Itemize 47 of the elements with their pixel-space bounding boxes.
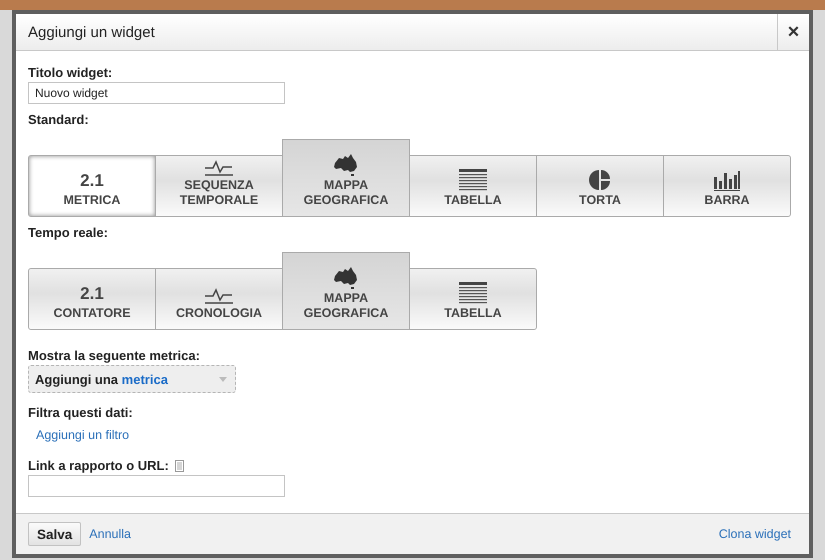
widget-type-tile[interactable]: MAPPA GEOGRAFICA [282, 252, 410, 330]
close-button[interactable]: × [777, 14, 809, 50]
widget-type-tile[interactable]: BARRA [663, 155, 791, 217]
field-label: Link a rapporto o URL: [28, 458, 169, 473]
save-button[interactable]: Salva [28, 522, 82, 546]
australia-map-icon [333, 154, 359, 176]
table-icon [459, 282, 487, 304]
tile-label: TABELLA [444, 306, 502, 321]
widget-type-tile[interactable]: TABELLA [409, 268, 537, 330]
field-label: Filtra questi dati: [28, 405, 134, 420]
section-label: Tempo reale: [28, 225, 109, 240]
widget-type-tile[interactable]: 2.1 METRICA [28, 155, 156, 217]
dropdown-arrow-icon [219, 376, 227, 382]
field-label: Mostra la seguente metrica: [28, 348, 201, 363]
metric-picker[interactable]: Aggiungi una metrica [28, 365, 236, 393]
widget-type-tile[interactable]: TORTA [536, 155, 664, 217]
widget-type-tile[interactable]: CRONOLOGIA [155, 268, 283, 330]
cancel-link[interactable]: Annulla [89, 527, 131, 541]
tile-label: TORTA [579, 193, 621, 208]
tile-label: CRONOLOGIA [176, 306, 262, 321]
number-figure: 2.1 [80, 286, 104, 301]
widget-type-tile[interactable]: 2.1 CONTATORE [28, 268, 156, 330]
australia-map-icon [333, 267, 359, 289]
tile-label: SEQUENZA TEMPORALE [178, 178, 260, 208]
section-label: Standard: [28, 112, 90, 127]
widget-type-tile[interactable]: SEQUENZA TEMPORALE [155, 155, 283, 217]
tile-label: TABELLA [444, 193, 502, 208]
dialog-title: Aggiungi un widget [27, 22, 156, 42]
line-chart-icon [204, 158, 234, 176]
number-figure: 2.1 [80, 173, 104, 188]
field-label: Titolo widget: [28, 65, 114, 80]
pie-chart-icon [589, 169, 611, 191]
tile-label: BARRA [704, 193, 750, 208]
tile-label: MAPPA GEOGRAFICA [302, 178, 390, 208]
tile-label: METRICA [64, 193, 120, 208]
document-icon[interactable] [174, 460, 184, 472]
table-icon [459, 169, 487, 191]
bar-chart-icon [713, 169, 741, 191]
line-chart-icon [204, 286, 234, 304]
widget-type-tile[interactable]: TABELLA [409, 155, 537, 217]
url-input-field[interactable] [28, 475, 285, 497]
tile-label: MAPPA GEOGRAFICA [302, 291, 390, 321]
clone-widget-link[interactable]: Clona widget [718, 527, 791, 541]
title-input-field[interactable]: Nuovo widget [28, 82, 285, 104]
add-filter-link[interactable]: Aggiungi un filtro [36, 428, 130, 442]
tile-label: CONTATORE [53, 306, 131, 321]
widget-type-tile[interactable]: MAPPA GEOGRAFICA [282, 139, 410, 217]
